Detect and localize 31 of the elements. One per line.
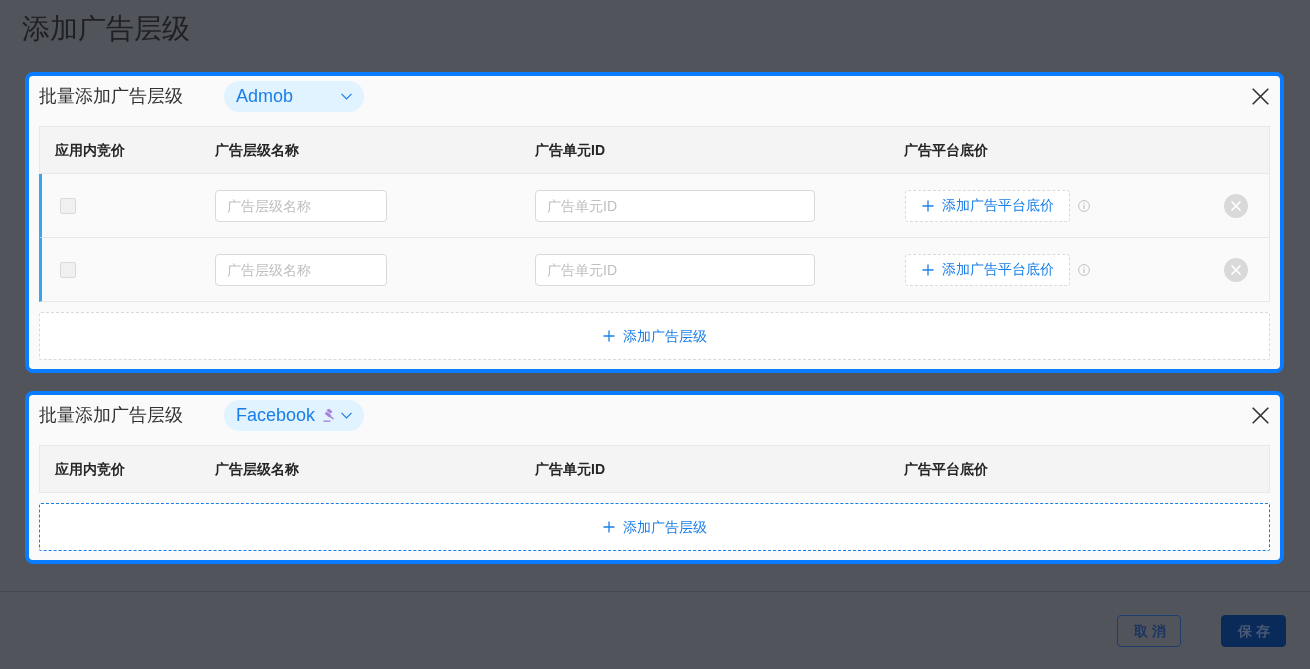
column-header: 应用内竞价 [55,460,125,477]
add-floor-price-button[interactable]: 添加广告平台底价 [905,189,1070,222]
panel-title: 批量添加广告层级 [39,85,183,108]
page-title: 添加广告层级 [22,12,190,46]
column-header: 广告单元ID [535,460,605,477]
plus-icon [921,199,934,212]
add-tier-button[interactable]: 添加广告层级 [39,312,1270,360]
column-header: 广告单元ID [535,141,605,158]
network-dropdown[interactable]: Admob [224,81,364,112]
plus-icon [602,521,615,533]
panel-title: 批量添加广告层级 [39,404,183,427]
info-icon [1078,199,1090,212]
column-header: 广告平台底价 [904,141,988,158]
plus-icon [921,263,934,276]
input-field[interactable]: 广告单元ID [535,253,815,286]
network-dropdown[interactable]: Facebook [224,400,364,431]
info-icon [1078,263,1090,276]
input-field[interactable]: 广告单元ID [535,189,815,222]
chevron-down-icon [341,412,352,419]
column-header: 广告层级名称 [215,141,299,158]
add-tier-button[interactable]: 添加广告层级 [39,503,1270,551]
column-header: 广告平台底价 [904,460,988,477]
chevron-down-icon [341,93,352,100]
close-icon[interactable] [1252,407,1269,424]
close-icon[interactable] [1252,88,1269,105]
input-field[interactable]: 广告层级名称 [215,253,387,286]
column-header: 应用内竞价 [55,141,125,158]
column-header: 广告层级名称 [215,460,299,477]
add-floor-price-button[interactable]: 添加广告平台底价 [905,253,1070,286]
plus-icon [602,330,615,342]
input-field[interactable]: 广告层级名称 [215,189,387,222]
